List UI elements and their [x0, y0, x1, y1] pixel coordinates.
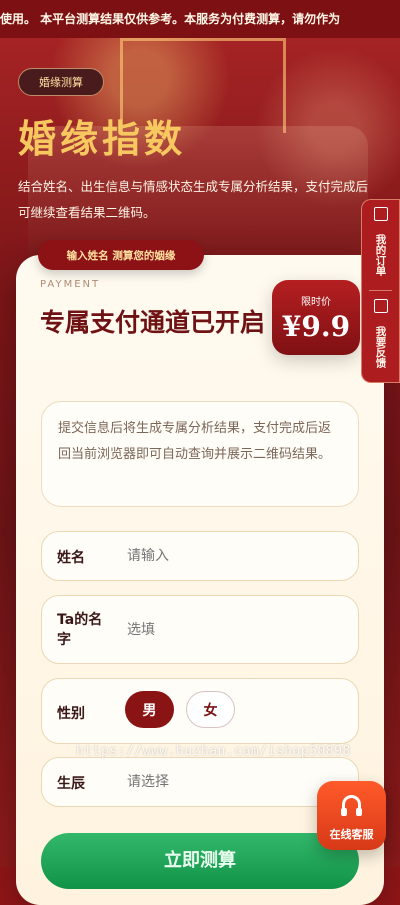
birth-field[interactable]: 生辰	[41, 757, 359, 807]
price-label: 限时价	[301, 297, 331, 308]
gender-label: 性别	[57, 706, 85, 722]
male-option[interactable]: 男	[125, 691, 174, 728]
birth-input[interactable]	[125, 772, 349, 790]
payment-title: 专属支付通道已开启	[40, 308, 266, 337]
orders-tab[interactable]: 我的订单	[362, 200, 399, 288]
price-box: 限时价 ¥9.9	[272, 280, 360, 355]
announcement-text: 使用。 本平台测算结果仅供参考。本服务为付费测算，请勿作为	[0, 12, 341, 26]
feedback-tab-label: 我要反馈	[374, 326, 387, 368]
headset-icon	[341, 795, 362, 816]
partner-name-field[interactable]: Ta的名字	[41, 595, 359, 664]
name-field[interactable]: 姓名	[41, 531, 359, 581]
payment-notice: 提交信息后将生成专属分析结果，支付完成后返回当前浏览器即可自动查询并展示二维码结…	[41, 401, 359, 507]
birth-label: 生辰	[57, 776, 85, 792]
watermark: https://www.huzhan.com/ishop50898	[76, 744, 351, 759]
page-title: 婚缘指数	[18, 116, 187, 161]
gender-field: 性别 男 女	[41, 678, 359, 744]
name-label: 姓名	[57, 550, 85, 566]
page-subtitle: 结合姓名、出生信息与情感状态生成专属分析结果，支付完成后可继续查看结果二维码。	[18, 179, 369, 220]
customer-service-label: 在线客服	[329, 828, 374, 841]
submit-button[interactable]: 立即测算	[41, 833, 359, 889]
name-input[interactable]	[125, 546, 349, 564]
customer-service-button[interactable]: 在线客服	[317, 781, 386, 850]
order-icon	[373, 207, 388, 221]
card-pill: 输入姓名 测算您的姻缘	[38, 240, 204, 270]
side-tabs: 我的订单 我要反馈	[361, 199, 400, 383]
partner-name-input[interactable]	[125, 620, 349, 638]
marriage-tag: 婚缘测算	[18, 68, 104, 96]
payment-label: PAYMENT	[40, 279, 101, 290]
price-value: ¥9.9	[281, 310, 351, 343]
partner-name-label: Ta的名字	[57, 612, 103, 648]
female-option[interactable]: 女	[186, 691, 235, 728]
orders-tab-label: 我的订单	[374, 234, 387, 276]
feedback-tab[interactable]: 我要反馈	[362, 292, 399, 380]
feedback-icon	[373, 299, 388, 313]
announcement-marquee: 使用。 本平台测算结果仅供参考。本服务为付费测算，请勿作为	[0, 0, 400, 38]
side-divider	[369, 290, 392, 291]
